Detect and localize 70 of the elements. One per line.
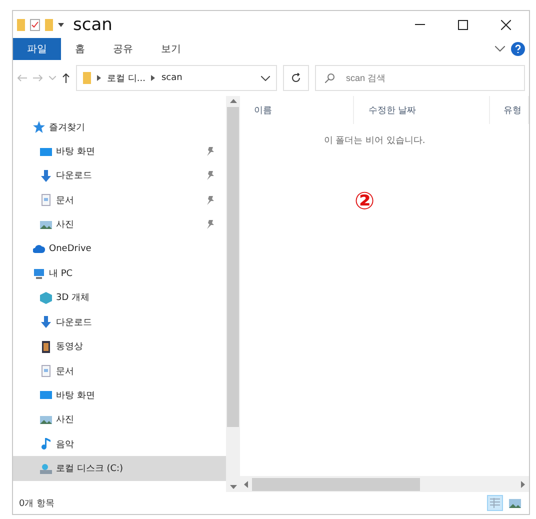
ribbon-tab[interactable]: 파일 [13, 38, 61, 60]
nav-item[interactable]: 다운로드 [13, 164, 226, 188]
scroll-right-icon[interactable] [521, 480, 525, 488]
caret-icon[interactable] [58, 22, 64, 26]
minimize-icon [415, 24, 425, 25]
address-bar[interactable]: 로컬 디... scan [76, 65, 277, 91]
chevron-right-icon [97, 75, 101, 81]
scroll-down-icon[interactable] [230, 485, 236, 489]
nav-item[interactable]: 바탕 화면 [13, 383, 226, 408]
nav-item[interactable]: OneDrive [13, 236, 226, 262]
ribbon-tab[interactable]: 공유 [99, 38, 147, 60]
cube-icon [40, 292, 52, 304]
nav-item[interactable]: 내 PC [13, 261, 226, 286]
picture-icon [40, 414, 52, 426]
search-icon [325, 73, 335, 83]
picture-icon [509, 498, 521, 508]
nav-item[interactable]: 사진 [13, 408, 226, 432]
document-icon [40, 365, 52, 378]
checklist-icon [30, 18, 40, 30]
down-arrow-icon [40, 170, 52, 182]
help-icon[interactable] [511, 42, 525, 56]
refresh-icon [291, 73, 301, 83]
star-icon [33, 121, 45, 134]
nav-item[interactable]: 문서 [13, 358, 226, 384]
scrollbar[interactable] [226, 96, 240, 492]
item-count: 0개 항목 [19, 498, 56, 510]
column-header[interactable]: 수정한 날짜 [354, 96, 490, 124]
nav-item[interactable]: 즐겨찾기 [13, 115, 226, 140]
details-view-icon [490, 498, 500, 508]
chevron-right-icon [151, 75, 156, 81]
ribbon-tab[interactable]: 홈 [61, 38, 99, 60]
down-arrow-icon [40, 316, 52, 328]
scroll-left-icon[interactable] [244, 480, 248, 488]
up-arrow-icon[interactable] [62, 73, 70, 83]
nav-item[interactable]: 3D 개체 [13, 286, 226, 310]
music-note-icon [40, 438, 52, 450]
window-title: scan [73, 14, 114, 34]
computer-icon [33, 268, 45, 280]
nav-item[interactable]: 음악 [13, 432, 226, 456]
chevron-down-icon[interactable] [261, 76, 270, 80]
film-icon [40, 340, 52, 353]
nav-item[interactable]: 사진 [13, 212, 226, 237]
chevron-down-icon[interactable] [495, 46, 505, 52]
close-icon [501, 20, 511, 30]
cloud-icon [33, 243, 45, 256]
search-field[interactable]: scan 검색 [315, 65, 525, 91]
column-header[interactable]: 이름 [240, 96, 354, 124]
folder-icon [17, 18, 25, 30]
scroll-up-icon[interactable] [230, 99, 236, 103]
document-icon [40, 194, 52, 206]
scrollbar[interactable] [240, 476, 529, 492]
nav-item[interactable]: 다운로드 [13, 310, 226, 335]
nav-item[interactable]: 문서 [13, 188, 226, 213]
monitor-icon [40, 389, 52, 402]
monitor-icon [40, 146, 52, 158]
folder-icon [45, 18, 53, 30]
nav-item[interactable]: 로컬 디스크 (C:) [13, 456, 226, 481]
nav-item[interactable]: 바탕 화면 [13, 139, 226, 164]
folder-icon [83, 72, 91, 84]
empty-folder-message: 이 폴더는 비어 있습니다. [324, 135, 426, 147]
nav-item[interactable]: 동영상 [13, 334, 226, 359]
disk-drive-icon [40, 462, 52, 475]
annotation-number: ② [354, 187, 375, 215]
picture-icon [40, 218, 52, 231]
maximize-icon [458, 20, 468, 30]
ribbon-tab[interactable]: 보기 [147, 38, 195, 60]
breadcrumb[interactable]: scan [161, 73, 182, 83]
column-header[interactable]: 유형 [490, 96, 529, 124]
breadcrumb[interactable]: 로컬 디... [107, 72, 146, 84]
refresh-button[interactable] [283, 65, 309, 91]
